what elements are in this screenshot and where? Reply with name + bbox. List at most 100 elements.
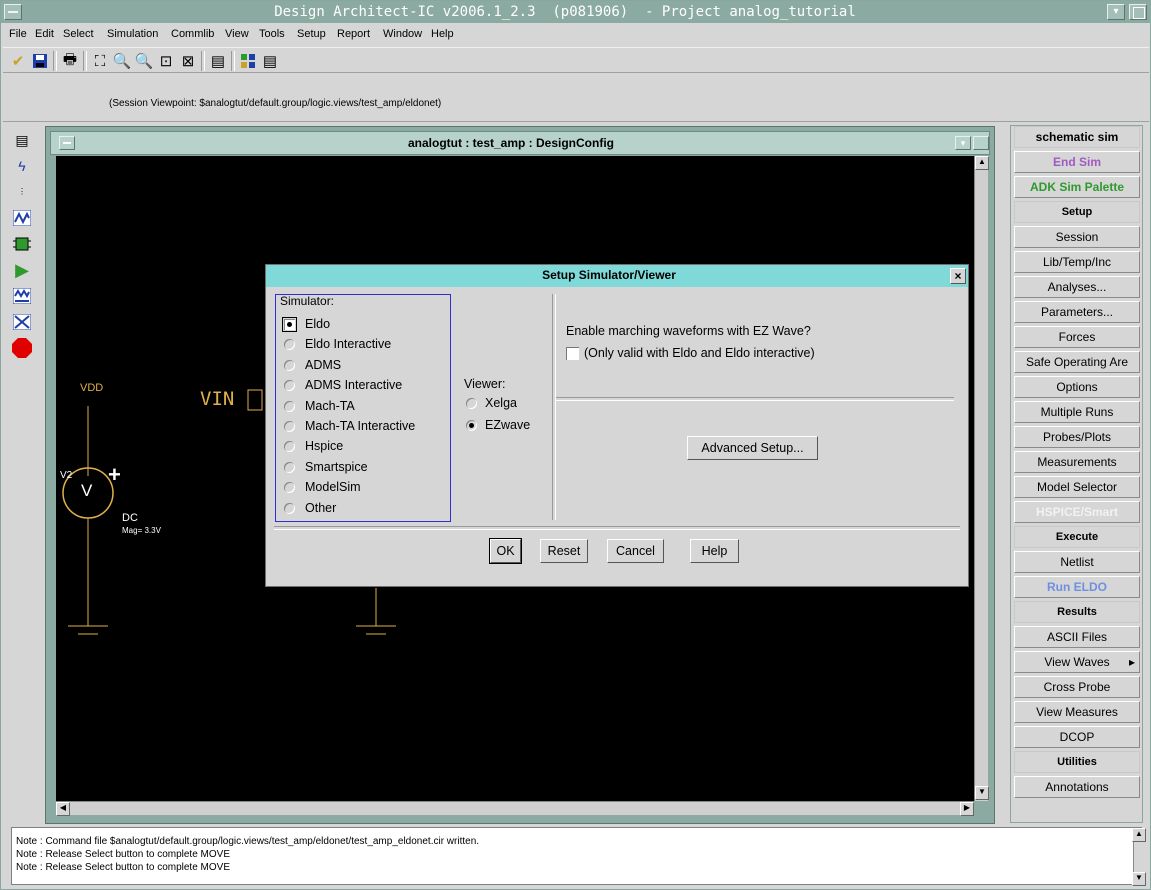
stop-icon[interactable] xyxy=(11,337,33,359)
palette-item-label: Forces xyxy=(1058,330,1096,344)
menu-select[interactable]: Select xyxy=(63,28,94,40)
vertical-scrollbar[interactable]: ▲ ▼ xyxy=(974,156,989,801)
palette-icon[interactable] xyxy=(237,50,259,72)
horizontal-scrollbar[interactable]: ◀ ▶ xyxy=(56,801,974,816)
list-icon[interactable]: ▤ xyxy=(259,50,281,72)
palette-button-dcop[interactable]: DCOP xyxy=(1014,726,1140,748)
play-icon[interactable]: ▶ xyxy=(11,259,33,281)
close-icon[interactable]: × xyxy=(950,268,966,284)
viewer-radio-xelga[interactable] xyxy=(466,398,477,409)
palette-button-view-waves[interactable]: View Waves ▸ xyxy=(1014,651,1140,673)
zoom-fit-icon[interactable]: ⛶ xyxy=(89,50,111,72)
panel-icon[interactable]: ▤ xyxy=(207,50,229,72)
palette-button-measurements[interactable]: Measurements xyxy=(1014,451,1140,473)
save-icon[interactable] xyxy=(29,50,51,72)
palette-button-adk-sim-palette[interactable]: ADK Sim Palette xyxy=(1014,176,1140,198)
help-button[interactable]: Help xyxy=(690,539,739,563)
simulator-option-label: Mach-TA Interactive xyxy=(305,419,416,433)
simulator-option-label: ModelSim xyxy=(305,480,361,495)
zoom-out-icon[interactable]: 🔍 xyxy=(133,50,155,72)
palette-item-label: Cross Probe xyxy=(1043,680,1111,694)
tran-dc-ac-icon[interactable]: ⋮ xyxy=(11,181,33,203)
palette-item-label: ADK Sim Palette xyxy=(1029,180,1125,194)
scroll-down-icon[interactable]: ▼ xyxy=(975,786,989,800)
palette-button-parameters[interactable]: Parameters... xyxy=(1014,301,1140,323)
menu-edit[interactable]: Edit xyxy=(35,28,54,40)
palette-button-netlist[interactable]: Netlist xyxy=(1014,551,1140,573)
zoom-area-icon[interactable]: ⊡ xyxy=(155,50,177,72)
simulator-radio-other[interactable] xyxy=(284,502,295,514)
waveform-icon[interactable] xyxy=(11,207,33,229)
zoom-in-icon[interactable]: 🔍 xyxy=(111,50,133,72)
chip-icon[interactable] xyxy=(11,233,33,255)
menu-help[interactable]: Help xyxy=(431,28,454,40)
zoom-sheet-icon[interactable]: ⊠ xyxy=(177,50,199,72)
palette-button-session[interactable]: Session xyxy=(1014,226,1140,248)
cancel-button[interactable]: Cancel xyxy=(607,539,664,563)
status-note: Note : Release Select button to complete… xyxy=(16,862,230,873)
simulator-radio-adms[interactable] xyxy=(284,359,295,371)
vin-label: VIN xyxy=(200,388,235,410)
palette-button-multiple-runs[interactable]: Multiple Runs xyxy=(1014,401,1140,423)
palette-button-cross-probe[interactable]: Cross Probe xyxy=(1014,676,1140,698)
palette-item-label: Parameters... xyxy=(1040,305,1114,319)
scroll-left-icon[interactable]: ◀ xyxy=(56,802,70,816)
palette-button-annotations[interactable]: Annotations xyxy=(1014,776,1140,798)
simulator-radio-smartspice[interactable] xyxy=(284,461,295,473)
simulator-radio-eldo[interactable] xyxy=(282,317,297,332)
simulator-radio-eldo-interactive[interactable] xyxy=(284,339,295,351)
palette-button-ascii-files[interactable]: ASCII Files xyxy=(1014,626,1140,648)
menu-view[interactable]: View xyxy=(225,28,249,40)
palette-button-forces[interactable]: Forces xyxy=(1014,326,1140,348)
simulator-radio-adms-interactive[interactable] xyxy=(284,380,295,392)
window-menu-button[interactable] xyxy=(4,4,22,20)
dialog-separator xyxy=(274,526,960,530)
scroll-down-icon[interactable]: ▼ xyxy=(1132,872,1146,886)
maximize-button[interactable] xyxy=(1129,4,1147,20)
reset-button[interactable]: Reset xyxy=(540,539,588,563)
cross-probe-icon[interactable] xyxy=(11,311,33,333)
setup-simulator-dialog: Setup Simulator/Viewer × Simulator: Eldo… xyxy=(265,264,969,587)
menu-file[interactable]: File xyxy=(9,28,27,40)
palette-button-model-selector[interactable]: Model Selector xyxy=(1014,476,1140,498)
menu-window[interactable]: Window xyxy=(383,28,422,40)
minimize-button[interactable]: ▾ xyxy=(1107,4,1125,20)
menu-tools[interactable]: Tools xyxy=(259,28,285,40)
simulator-radio-mach-ta[interactable] xyxy=(284,400,295,412)
palette-header-setup: Setup xyxy=(1014,201,1140,223)
simulator-radio-mach-ta-interactive[interactable] xyxy=(284,421,295,432)
viewer-label: Viewer: xyxy=(464,377,506,391)
simulator-radio-modelsim[interactable] xyxy=(284,482,295,494)
schematic-minimize-button[interactable]: ▾ xyxy=(955,136,971,150)
notes-icon[interactable]: ▤ xyxy=(11,129,33,151)
palette-button-probes-plots[interactable]: Probes/Plots xyxy=(1014,426,1140,448)
palette-button-lib-temp-inc[interactable]: Lib/Temp/Inc xyxy=(1014,251,1140,273)
palette-button-end-sim[interactable]: End Sim xyxy=(1014,151,1140,173)
advanced-setup-button[interactable]: Advanced Setup... xyxy=(687,436,818,460)
scroll-up-icon[interactable]: ▲ xyxy=(975,156,989,170)
simulator-radio-hspice[interactable] xyxy=(284,441,295,453)
menu-commlib[interactable]: Commlib xyxy=(171,28,214,40)
schematic-maximize-button[interactable] xyxy=(973,136,989,150)
palette-header-results: Results xyxy=(1014,601,1140,623)
message-scrollbar[interactable]: ▲ ▼ xyxy=(1132,828,1146,886)
check-icon[interactable]: ✔ xyxy=(7,50,29,72)
palette-button-analyses[interactable]: Analyses... xyxy=(1014,276,1140,298)
print-icon[interactable]: 🖶 xyxy=(59,50,81,72)
v2-source-label: V xyxy=(81,481,93,500)
menu-setup[interactable]: Setup xyxy=(297,28,326,40)
menu-simulation[interactable]: Simulation xyxy=(107,28,158,40)
lightning-icon[interactable]: ϟ xyxy=(11,155,33,177)
palette-button-options[interactable]: Options xyxy=(1014,376,1140,398)
palette-button-safe-operating-are[interactable]: Safe Operating Are xyxy=(1014,351,1140,373)
palette-button-hspice-smart[interactable]: HSPICE/Smart xyxy=(1014,501,1140,523)
scroll-right-icon[interactable]: ▶ xyxy=(960,802,974,816)
viewer-radio-ezwave[interactable] xyxy=(466,420,477,431)
marching-checkbox[interactable] xyxy=(566,347,579,360)
ok-button[interactable]: OK xyxy=(490,539,521,563)
palette-button-run-eldo[interactable]: Run ELDO xyxy=(1014,576,1140,598)
menu-report[interactable]: Report xyxy=(337,28,370,40)
scroll-up-icon[interactable]: ▲ xyxy=(1132,828,1146,842)
waveform-compare-icon[interactable] xyxy=(11,285,33,307)
palette-button-view-measures[interactable]: View Measures xyxy=(1014,701,1140,723)
